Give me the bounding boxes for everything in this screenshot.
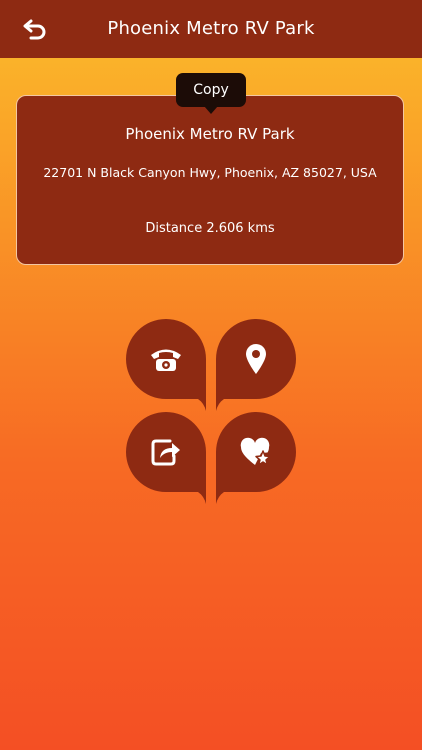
back-button[interactable] <box>20 14 50 44</box>
place-name: Phoenix Metro RV Park <box>125 125 295 143</box>
place-address[interactable]: 22701 N Black Canyon Hwy, Phoenix, AZ 85… <box>17 165 403 180</box>
phone-icon <box>147 340 185 378</box>
call-button[interactable] <box>126 319 206 411</box>
share-icon <box>147 433 185 471</box>
location-pin-icon <box>237 340 275 378</box>
copy-tooltip-button[interactable]: Copy <box>176 73 246 114</box>
share-button[interactable] <box>126 412 206 504</box>
map-button[interactable] <box>216 319 296 411</box>
page-title: Phoenix Metro RV Park <box>107 18 315 39</box>
place-card: Phoenix Metro RV Park 22701 N Black Cany… <box>16 95 404 265</box>
favorite-button[interactable] <box>216 412 296 504</box>
back-arrow-icon <box>23 19 46 40</box>
top-bar: Phoenix Metro RV Park <box>0 0 422 58</box>
heart-star-icon <box>237 433 275 471</box>
place-distance: Distance 2.606 kms <box>145 221 275 236</box>
